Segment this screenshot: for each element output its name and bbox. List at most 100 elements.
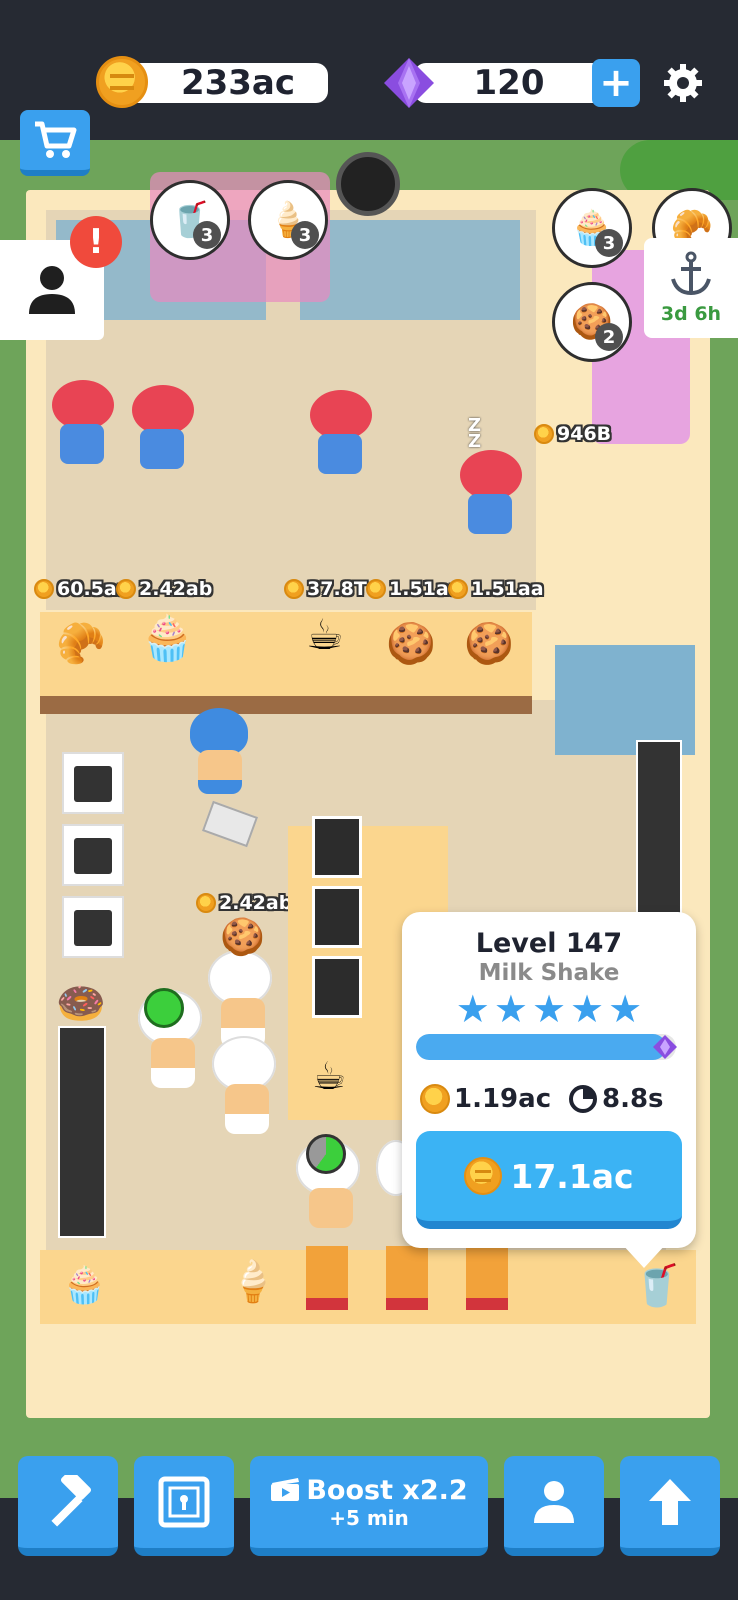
arrow-up-icon [649,1479,691,1525]
station-price[interactable]: 1.51aa [448,578,544,600]
build-button[interactable] [18,1456,118,1556]
chef[interactable] [212,1036,282,1152]
stool [306,1246,348,1310]
milkshake-icon[interactable]: 🥤 [632,1262,682,1309]
progress-ring [144,988,184,1028]
staff-button[interactable] [504,1456,604,1556]
order-bubble-cookie[interactable]: 🍪 2 [552,282,632,362]
video-ad-icon [271,1478,300,1501]
coin-icon [366,579,386,599]
event-button[interactable]: 3d 6h [644,238,738,338]
stool [386,1246,428,1310]
boost-label: Boost x2.2 [306,1474,468,1506]
muffin-icon[interactable]: 🧁 [140,612,195,664]
cookie-icon[interactable]: 🍪 [464,620,514,667]
conveyor-right [636,740,682,920]
event-timer: 3d 6h [660,303,722,325]
order-bubble-muffin[interactable]: 🧁 3 [552,188,632,268]
coin-icon [420,1084,450,1114]
station-price[interactable]: 37.8T [284,578,367,600]
oven[interactable] [62,824,124,886]
vault-button[interactable] [134,1456,234,1556]
order-count: 2 [595,323,623,351]
bottom-counter [40,1250,696,1324]
order-bubble-milkshake[interactable]: 🥤 3 [150,180,230,260]
coffee-cup-icon[interactable]: ☕ [306,610,344,659]
customer[interactable] [310,390,372,480]
item-name: Milk Shake [478,960,620,986]
machine[interactable] [312,886,362,948]
serving-counter-front [40,696,532,714]
price-value: 37.8T [307,578,367,600]
order-bubble-ice-cream[interactable]: 🍦 3 [248,180,328,260]
time-stat: 8.8s [568,1084,664,1114]
gems-pill[interactable]: 120 [414,63,604,103]
coin-icon [34,579,54,599]
cookie-icon[interactable]: 🍪 [386,620,436,667]
coin-icon [284,579,304,599]
cookie-icon: 🍪 [220,917,265,958]
star-icon: ★ [531,987,567,1031]
coin-icon [116,579,136,599]
boost-sub: +5 min [329,1505,409,1530]
coins-pill[interactable]: 233ac [124,63,328,103]
anchor-icon [671,251,711,296]
gem-icon [382,56,436,110]
customer[interactable] [132,385,194,475]
coin-icon [534,424,554,444]
price-value: 2.42ab [139,578,213,600]
star-icon: ★ [570,987,605,1031]
order-count: 3 [595,229,623,257]
coin-icon [464,1157,503,1195]
price-value: 1.51aa [471,578,544,600]
ice-cream-icon[interactable]: 🍦 [228,1258,278,1305]
order-count: 3 [291,221,319,249]
donut-icon[interactable]: 🍩 [56,980,106,1027]
dark-hole [336,152,400,216]
coin-icon [448,579,468,599]
progress-ring [306,1134,346,1174]
upgrade-cost: 17.1ac [510,1156,634,1196]
gem-icon [652,1034,678,1060]
oven[interactable] [62,896,124,958]
star-icon: ★ [493,987,528,1031]
serving-counter [40,612,532,696]
muffin-icon[interactable]: 🧁 [62,1264,107,1306]
income-stat: 1.19ac [420,1084,551,1114]
income-value: 1.19ac [454,1084,552,1114]
stool [466,1246,508,1310]
clock-icon [569,1085,597,1113]
order-count: 3 [193,221,221,249]
popup-tail [622,1244,666,1268]
hammer-icon [51,1475,92,1527]
conveyor-left [58,1026,106,1238]
customer[interactable] [52,380,114,470]
shop-cart-button[interactable] [20,110,90,176]
price-value: 2.42ab [219,892,293,914]
add-gems-button[interactable]: + [592,59,640,107]
machine[interactable] [312,816,362,878]
sleep-indicator: Z Z [468,415,482,452]
coffee-cup-icon[interactable]: ☕ [312,1054,346,1098]
level-title: Level 147 [475,928,623,959]
croissant-icon[interactable]: 🥐 [56,620,106,667]
customer-sleeping[interactable] [460,450,522,540]
customer-tip[interactable]: 946B [534,423,611,445]
tip-amount: 946B [557,423,612,445]
shopping-cart-icon [35,121,77,158]
waiter[interactable] [190,708,250,808]
coin-icon [96,56,148,108]
level-progress-bar [416,1034,676,1060]
level-progress-fill [416,1034,666,1060]
upgrade-arrow-button[interactable] [620,1456,720,1556]
station-price[interactable]: 2.42ab [116,578,212,600]
worker-price[interactable]: 2.42ab [196,892,292,914]
gems-value: 120 [473,63,545,103]
kitchen-window [555,645,695,755]
machine[interactable] [312,956,362,1018]
boost-button[interactable]: Boost x2.2 +5 min [250,1456,488,1556]
oven[interactable] [62,752,124,814]
upgrade-buy-button[interactable]: 17.1ac [416,1131,682,1229]
settings-gear-icon[interactable] [662,62,704,104]
coin-icon [196,893,216,913]
